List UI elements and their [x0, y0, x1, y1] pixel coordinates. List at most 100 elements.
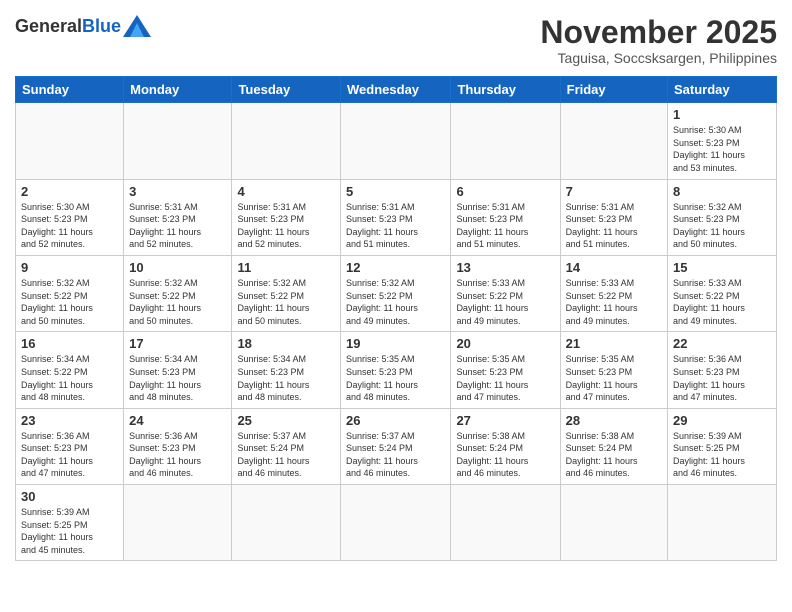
- day-info: Sunrise: 5:33 AM Sunset: 5:22 PM Dayligh…: [566, 277, 662, 327]
- weekday-header-tuesday: Tuesday: [232, 77, 341, 103]
- calendar-cell: 13 Sunrise: 5:33 AM Sunset: 5:22 PM Dayli…: [451, 255, 560, 331]
- calendar-cell: 5Sunrise: 5:31 AM Sunset: 5:23 PM Daylig…: [341, 179, 451, 255]
- calendar-cell: [16, 103, 124, 179]
- calendar-cell: 26 Sunrise: 5:37 AM Sunset: 5:24 PM Dayli…: [341, 408, 451, 484]
- calendar-cell: 4 Sunrise: 5:31 AM Sunset: 5:23 PM Daylig…: [232, 179, 341, 255]
- week-row-2: 9Sunrise: 5:32 AM Sunset: 5:22 PM Daylig…: [16, 255, 777, 331]
- day-number: 7: [566, 184, 662, 199]
- day-info: Sunrise: 5:31 AM Sunset: 5:23 PM Dayligh…: [346, 201, 445, 251]
- day-number: 29: [673, 413, 771, 428]
- calendar: SundayMondayTuesdayWednesdayThursdayFrid…: [15, 76, 777, 561]
- calendar-cell: 28Sunrise: 5:38 AM Sunset: 5:24 PM Dayli…: [560, 408, 667, 484]
- location: Taguisa, Soccsksargen, Philippines: [540, 50, 777, 66]
- day-info: Sunrise: 5:31 AM Sunset: 5:23 PM Dayligh…: [456, 201, 554, 251]
- calendar-cell: 30 Sunrise: 5:39 AM Sunset: 5:25 PM Dayli…: [16, 485, 124, 561]
- weekday-header-row: SundayMondayTuesdayWednesdayThursdayFrid…: [16, 77, 777, 103]
- logo-icon: [123, 15, 151, 37]
- day-number: 19: [346, 336, 445, 351]
- calendar-cell: 16Sunrise: 5:34 AM Sunset: 5:22 PM Dayli…: [16, 332, 124, 408]
- calendar-cell: [232, 485, 341, 561]
- week-row-1: 2 Sunrise: 5:30 AM Sunset: 5:23 PM Daylig…: [16, 179, 777, 255]
- calendar-cell: [232, 103, 341, 179]
- day-number: 30: [21, 489, 118, 504]
- day-number: 10: [129, 260, 226, 275]
- week-row-4: 23 Sunrise: 5:36 AM Sunset: 5:23 PM Dayli…: [16, 408, 777, 484]
- week-row-3: 16Sunrise: 5:34 AM Sunset: 5:22 PM Dayli…: [16, 332, 777, 408]
- week-row-5: 30 Sunrise: 5:39 AM Sunset: 5:25 PM Dayli…: [16, 485, 777, 561]
- calendar-cell: 27 Sunrise: 5:38 AM Sunset: 5:24 PM Dayli…: [451, 408, 560, 484]
- calendar-cell: 22 Sunrise: 5:36 AM Sunset: 5:23 PM Dayli…: [668, 332, 777, 408]
- day-number: 13: [456, 260, 554, 275]
- weekday-header-thursday: Thursday: [451, 77, 560, 103]
- day-number: 24: [129, 413, 226, 428]
- day-number: 26: [346, 413, 445, 428]
- calendar-cell: [560, 485, 667, 561]
- day-info: Sunrise: 5:32 AM Sunset: 5:22 PM Dayligh…: [129, 277, 226, 327]
- logo: General Blue: [15, 15, 151, 37]
- day-number: 16: [21, 336, 118, 351]
- calendar-cell: 14Sunrise: 5:33 AM Sunset: 5:22 PM Dayli…: [560, 255, 667, 331]
- weekday-header-wednesday: Wednesday: [341, 77, 451, 103]
- calendar-cell: 24 Sunrise: 5:36 AM Sunset: 5:23 PM Dayli…: [124, 408, 232, 484]
- day-info: Sunrise: 5:32 AM Sunset: 5:22 PM Dayligh…: [346, 277, 445, 327]
- day-info: Sunrise: 5:38 AM Sunset: 5:24 PM Dayligh…: [456, 430, 554, 480]
- weekday-header-saturday: Saturday: [668, 77, 777, 103]
- day-number: 23: [21, 413, 118, 428]
- calendar-cell: 20Sunrise: 5:35 AM Sunset: 5:23 PM Dayli…: [451, 332, 560, 408]
- header: General Blue November 2025 Taguisa, Socc…: [15, 15, 777, 66]
- day-number: 1: [673, 107, 771, 122]
- page: General Blue November 2025 Taguisa, Socc…: [0, 0, 792, 612]
- day-info: Sunrise: 5:36 AM Sunset: 5:23 PM Dayligh…: [129, 430, 226, 480]
- calendar-cell: 7 Sunrise: 5:31 AM Sunset: 5:23 PM Daylig…: [560, 179, 667, 255]
- calendar-cell: [668, 485, 777, 561]
- calendar-cell: 11 Sunrise: 5:32 AM Sunset: 5:22 PM Dayli…: [232, 255, 341, 331]
- day-info: Sunrise: 5:36 AM Sunset: 5:23 PM Dayligh…: [21, 430, 118, 480]
- month-title: November 2025: [540, 15, 777, 50]
- day-info: Sunrise: 5:39 AM Sunset: 5:25 PM Dayligh…: [673, 430, 771, 480]
- day-number: 11: [237, 260, 335, 275]
- day-info: Sunrise: 5:30 AM Sunset: 5:23 PM Dayligh…: [21, 201, 118, 251]
- day-number: 4: [237, 184, 335, 199]
- calendar-cell: 29 Sunrise: 5:39 AM Sunset: 5:25 PM Dayli…: [668, 408, 777, 484]
- day-number: 15: [673, 260, 771, 275]
- day-info: Sunrise: 5:39 AM Sunset: 5:25 PM Dayligh…: [21, 506, 118, 556]
- logo-blue-text: Blue: [82, 16, 121, 37]
- calendar-cell: 12 Sunrise: 5:32 AM Sunset: 5:22 PM Dayli…: [341, 255, 451, 331]
- day-info: Sunrise: 5:31 AM Sunset: 5:23 PM Dayligh…: [566, 201, 662, 251]
- calendar-cell: 1Sunrise: 5:30 AM Sunset: 5:23 PM Daylig…: [668, 103, 777, 179]
- calendar-cell: [560, 103, 667, 179]
- title-section: November 2025 Taguisa, Soccsksargen, Phi…: [540, 15, 777, 66]
- day-info: Sunrise: 5:32 AM Sunset: 5:23 PM Dayligh…: [673, 201, 771, 251]
- calendar-cell: 17Sunrise: 5:34 AM Sunset: 5:23 PM Dayli…: [124, 332, 232, 408]
- day-info: Sunrise: 5:33 AM Sunset: 5:22 PM Dayligh…: [456, 277, 554, 327]
- calendar-cell: 19Sunrise: 5:35 AM Sunset: 5:23 PM Dayli…: [341, 332, 451, 408]
- day-number: 27: [456, 413, 554, 428]
- calendar-cell: 25 Sunrise: 5:37 AM Sunset: 5:24 PM Dayli…: [232, 408, 341, 484]
- day-number: 20: [456, 336, 554, 351]
- calendar-cell: 23 Sunrise: 5:36 AM Sunset: 5:23 PM Dayli…: [16, 408, 124, 484]
- day-number: 2: [21, 184, 118, 199]
- day-info: Sunrise: 5:36 AM Sunset: 5:23 PM Dayligh…: [673, 353, 771, 403]
- day-number: 28: [566, 413, 662, 428]
- calendar-cell: 3Sunrise: 5:31 AM Sunset: 5:23 PM Daylig…: [124, 179, 232, 255]
- day-info: Sunrise: 5:34 AM Sunset: 5:23 PM Dayligh…: [237, 353, 335, 403]
- day-number: 25: [237, 413, 335, 428]
- day-number: 12: [346, 260, 445, 275]
- calendar-cell: 6Sunrise: 5:31 AM Sunset: 5:23 PM Daylig…: [451, 179, 560, 255]
- day-info: Sunrise: 5:37 AM Sunset: 5:24 PM Dayligh…: [346, 430, 445, 480]
- day-info: Sunrise: 5:31 AM Sunset: 5:23 PM Dayligh…: [237, 201, 335, 251]
- week-row-0: 1Sunrise: 5:30 AM Sunset: 5:23 PM Daylig…: [16, 103, 777, 179]
- calendar-cell: 9Sunrise: 5:32 AM Sunset: 5:22 PM Daylig…: [16, 255, 124, 331]
- day-number: 18: [237, 336, 335, 351]
- day-info: Sunrise: 5:37 AM Sunset: 5:24 PM Dayligh…: [237, 430, 335, 480]
- day-info: Sunrise: 5:32 AM Sunset: 5:22 PM Dayligh…: [21, 277, 118, 327]
- calendar-cell: [341, 485, 451, 561]
- weekday-header-sunday: Sunday: [16, 77, 124, 103]
- calendar-cell: [124, 103, 232, 179]
- day-number: 22: [673, 336, 771, 351]
- day-info: Sunrise: 5:34 AM Sunset: 5:23 PM Dayligh…: [129, 353, 226, 403]
- calendar-cell: 10 Sunrise: 5:32 AM Sunset: 5:22 PM Dayli…: [124, 255, 232, 331]
- calendar-cell: 15Sunrise: 5:33 AM Sunset: 5:22 PM Dayli…: [668, 255, 777, 331]
- day-info: Sunrise: 5:32 AM Sunset: 5:22 PM Dayligh…: [237, 277, 335, 327]
- weekday-header-friday: Friday: [560, 77, 667, 103]
